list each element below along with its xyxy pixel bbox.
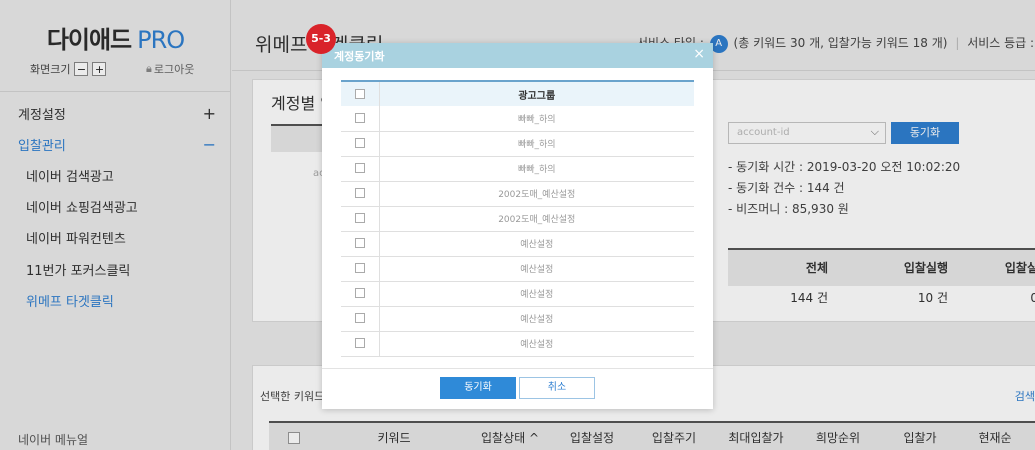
row-checkbox[interactable] [354,338,365,349]
ad-group-name: 2002도매_예산설정 [379,181,694,207]
ad-group-name: 예산설정 [379,231,694,257]
row-checkbox[interactable] [354,113,365,123]
cancel-button[interactable]: 취소 [519,377,595,399]
row-checkbox[interactable] [354,263,365,274]
close-icon[interactable]: × [693,46,705,62]
table-row[interactable]: 2002도매_예산설정 [341,181,694,207]
table-row[interactable]: 빠빠_하의 [341,156,694,182]
ad-group-name: 빠빠_하의 [379,106,694,132]
account-sync-modal: 계정동기화 × 광고그룹 빠빠_하의 빠빠_하의 빠빠_하의 2002도매_예산… [322,43,713,409]
ad-group-name: 예산설정 [379,281,694,307]
ad-group-name: 예산설정 [379,256,694,282]
col-ad-group: 광고그룹 [379,80,694,106]
row-checkbox[interactable] [354,238,365,249]
row-checkbox[interactable] [354,213,365,224]
table-row[interactable]: 예산설정 [341,231,694,257]
ad-group-name: 빠빠_하의 [379,156,694,182]
modal-title: 계정동기화 [334,50,385,63]
select-all-checkbox[interactable] [354,88,365,99]
table-row[interactable]: 예산설정 [341,331,694,357]
ad-group-name: 2002도매_예산설정 [379,206,694,232]
ad-group-name: 예산설정 [379,331,694,357]
row-checkbox[interactable] [354,288,365,299]
row-checkbox[interactable] [354,163,365,174]
ad-group-table: 광고그룹 빠빠_하의 빠빠_하의 빠빠_하의 2002도매_예산설정 2002도… [341,80,694,357]
ad-group-name: 빠빠_하의 [379,131,694,157]
table-row[interactable]: 예산설정 [341,306,694,332]
table-row[interactable]: 2002도매_예산설정 [341,206,694,232]
divider [322,368,713,369]
table-row[interactable]: 빠빠_하의 [341,131,694,157]
step-badge: 5-3 [306,24,336,54]
row-checkbox[interactable] [354,138,365,149]
table-row[interactable]: 예산설정 [341,281,694,307]
modal-header: 계정동기화 × [322,43,713,68]
row-checkbox[interactable] [354,188,365,199]
ad-group-name: 예산설정 [379,306,694,332]
table-row[interactable]: 빠빠_하의 [341,106,694,132]
table-row[interactable]: 예산설정 [341,256,694,282]
sync-confirm-button[interactable]: 동기화 [440,377,516,399]
row-checkbox[interactable] [354,313,365,324]
